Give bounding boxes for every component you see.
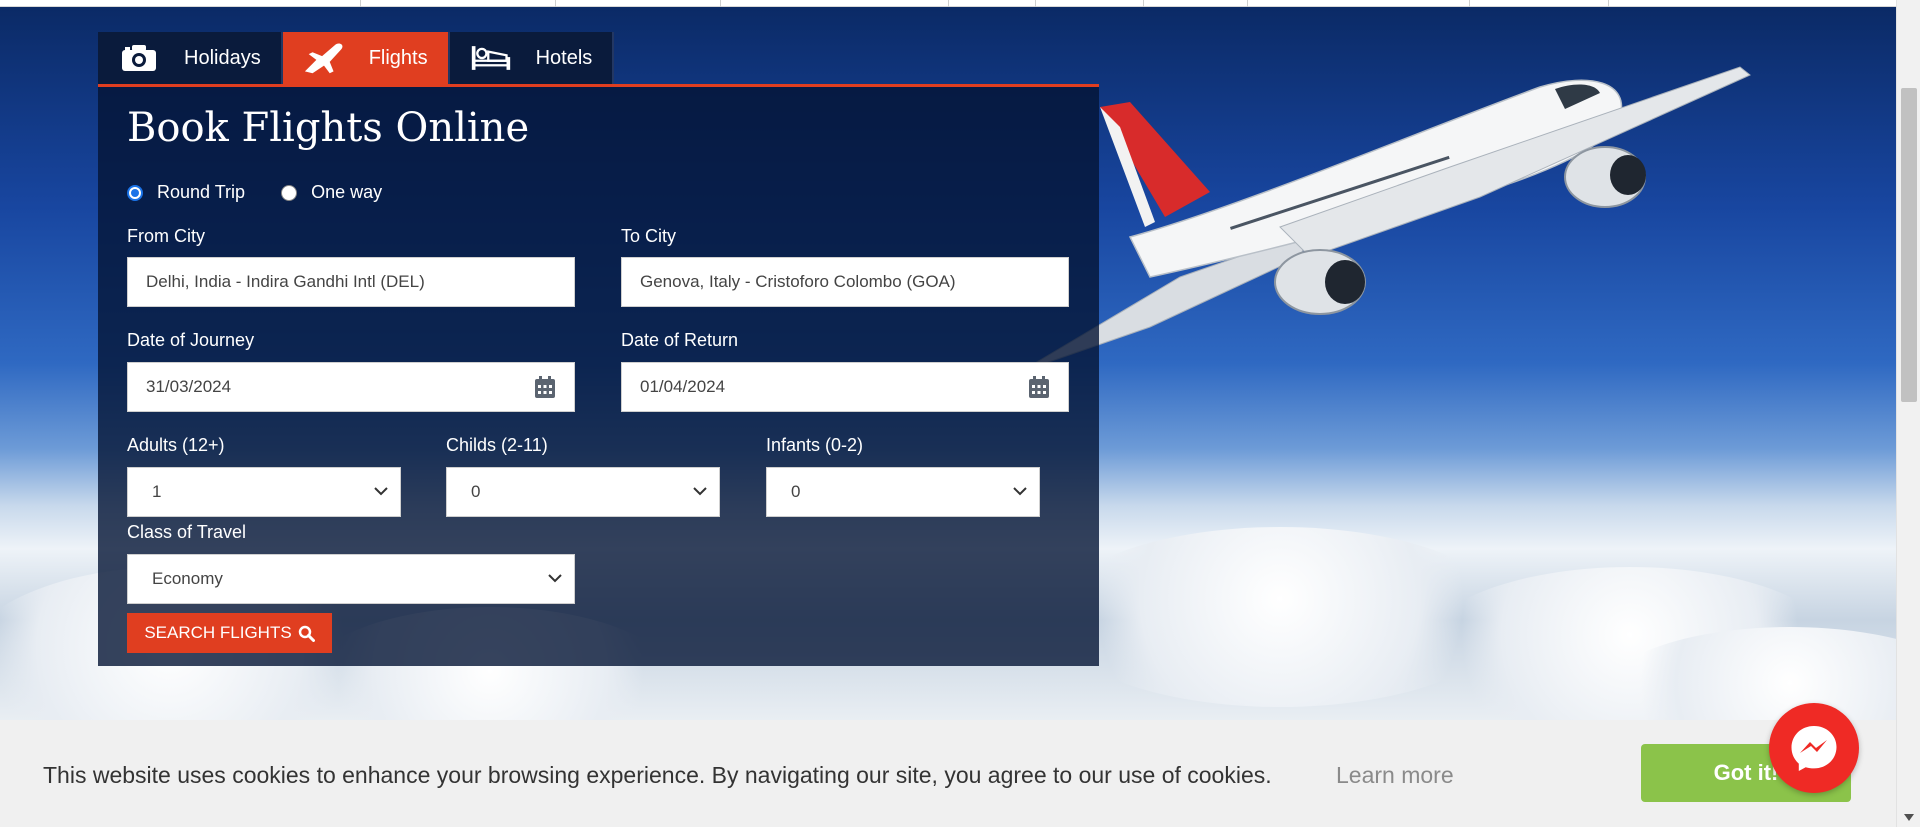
nav-separator (1608, 0, 1609, 7)
class-of-travel-select[interactable]: Economy (127, 554, 575, 604)
adults-label: Adults (12+) (127, 435, 225, 455)
infants-value: 0 (791, 482, 801, 501)
calendar-icon[interactable] (534, 375, 556, 399)
nav-separator (720, 0, 721, 7)
to-city-input[interactable]: Genova, Italy - Cristoforo Colombo (GOA) (621, 257, 1069, 307)
nav-separator (1143, 0, 1144, 7)
date-journey-input[interactable]: 31/03/2024 (127, 362, 575, 412)
chevron-down-icon (548, 574, 562, 583)
search-flights-label: SEARCH FLIGHTS (144, 623, 292, 642)
nav-separator (555, 0, 556, 7)
search-flights-button[interactable]: SEARCH FLIGHTS (127, 613, 332, 653)
nav-separator (1035, 0, 1036, 7)
tab-flights-label: Flights (368, 46, 428, 69)
airplane-icon (303, 42, 345, 74)
nav-separator (1247, 0, 1248, 7)
radio-round-trip[interactable] (127, 184, 143, 201)
from-city-input[interactable]: Delhi, India - Indira Gandhi Intl (DEL) (127, 257, 575, 307)
class-of-travel-value: Economy (152, 569, 223, 588)
chevron-down-icon (693, 487, 707, 496)
nav-separator (948, 0, 949, 7)
flight-booking-panel: Book Flights Online Round Trip One way F… (98, 87, 1099, 666)
tab-hotels[interactable]: Hotels (449, 32, 615, 84)
tab-holidays-label: Holidays (184, 46, 261, 69)
nav-separator (360, 0, 361, 7)
chevron-down-icon (374, 487, 388, 496)
messenger-icon (1791, 726, 1837, 771)
calendar-icon[interactable] (1028, 375, 1050, 399)
page-scrollbar[interactable] (1896, 0, 1920, 827)
date-journey-value: 31/03/2024 (146, 377, 232, 396)
chevron-down-icon (1013, 487, 1027, 496)
tab-hotels-label: Hotels (535, 46, 593, 69)
infants-label: Infants (0-2) (766, 435, 864, 455)
trip-type-group: Round Trip One way (127, 182, 418, 203)
page-title: Book Flights Online (127, 105, 530, 151)
date-journey-label: Date of Journey (127, 330, 255, 350)
booking-tabs: Holidays Flights Hotels (98, 32, 615, 84)
childs-value: 0 (471, 482, 481, 501)
from-city-label: From City (127, 226, 205, 246)
date-return-label: Date of Return (621, 330, 739, 350)
nav-separator (1469, 0, 1470, 7)
tab-flights[interactable]: Flights (282, 32, 450, 84)
to-city-value: Genova, Italy - Cristoforo Colombo (GOA) (640, 272, 956, 291)
childs-select[interactable]: 0 (446, 467, 720, 517)
childs-label: Childs (2-11) (446, 435, 548, 455)
camera-icon (118, 42, 160, 74)
cookie-learn-more-link[interactable]: Learn more (1336, 762, 1454, 789)
radio-round-trip-label: Round Trip (157, 182, 246, 202)
from-city-value: Delhi, India - Indira Gandhi Intl (DEL) (146, 272, 425, 291)
cookie-message: This website uses cookies to enhance you… (43, 762, 1272, 788)
cookie-consent-bar: This website uses cookies to enhance you… (0, 720, 1896, 827)
messenger-chat-button[interactable] (1769, 703, 1859, 793)
search-icon (298, 625, 315, 642)
date-return-value: 01/04/2024 (640, 377, 726, 396)
adults-value: 1 (152, 482, 162, 501)
bed-icon (470, 42, 512, 74)
radio-one-way[interactable] (281, 184, 298, 201)
scroll-down-arrow[interactable] (1904, 814, 1914, 821)
date-return-input[interactable]: 01/04/2024 (621, 362, 1069, 412)
tab-holidays[interactable]: Holidays (98, 32, 283, 84)
infants-select[interactable]: 0 (766, 467, 1040, 517)
top-nav-strip (0, 0, 1896, 7)
adults-select[interactable]: 1 (127, 467, 401, 517)
to-city-label: To City (621, 226, 677, 246)
scrollbar-thumb[interactable] (1901, 88, 1917, 402)
radio-one-way-label: One way (311, 182, 383, 202)
class-of-travel-label: Class of Travel (127, 522, 247, 542)
